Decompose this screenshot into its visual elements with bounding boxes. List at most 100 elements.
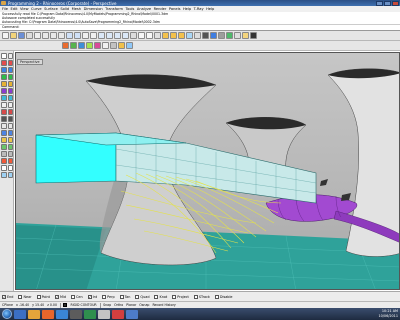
arc-icon[interactable] — [1, 74, 7, 80]
grasshopper-icon[interactable] — [94, 42, 101, 49]
hide-icon[interactable] — [162, 32, 169, 39]
checkbox[interactable]: ✓ — [54, 294, 59, 299]
extrude-icon[interactable] — [7, 95, 13, 101]
menu-mesh[interactable]: Mesh — [72, 7, 81, 11]
block-icon[interactable] — [7, 165, 13, 171]
rectangle-icon[interactable] — [1, 81, 7, 87]
polygon-icon[interactable] — [7, 81, 13, 87]
render-tools-icon[interactable] — [126, 42, 133, 49]
layer-color-swatch[interactable] — [63, 303, 68, 307]
split-icon[interactable] — [7, 116, 13, 122]
checkbox[interactable] — [154, 294, 159, 299]
word-icon[interactable] — [126, 309, 138, 319]
redo-icon[interactable] — [74, 32, 81, 39]
line-icon[interactable] — [1, 60, 7, 66]
menu-help[interactable]: Help — [183, 7, 191, 11]
hatch-icon[interactable] — [7, 151, 13, 157]
osnap-cen[interactable]: Cen — [71, 294, 83, 299]
sphere-icon[interactable] — [7, 102, 13, 108]
dimension-tool-icon[interactable] — [1, 151, 7, 157]
osnap-mid[interactable]: ✓ Mid — [54, 294, 66, 299]
osnap-project[interactable]: Project — [172, 294, 189, 299]
material-icon[interactable] — [218, 32, 225, 39]
checkbox[interactable] — [193, 294, 198, 299]
lock-icon[interactable] — [178, 32, 185, 39]
copy-transform-icon[interactable] — [7, 130, 13, 136]
menu-render[interactable]: Render — [154, 7, 167, 11]
undo-icon[interactable] — [66, 32, 73, 39]
osnap-quad[interactable]: Quad — [135, 294, 149, 299]
command-line[interactable]: Command: — [0, 24, 400, 29]
menu-edit[interactable]: Edit — [11, 7, 18, 11]
render-icon[interactable] — [210, 32, 217, 39]
mesh-tools-icon[interactable] — [86, 42, 93, 49]
menu-tools[interactable]: Tools — [126, 7, 135, 11]
analyze-direction-icon[interactable] — [1, 158, 7, 164]
app-task-icon[interactable] — [98, 309, 110, 319]
import-icon[interactable] — [34, 32, 41, 39]
osnap-near[interactable]: Near — [18, 294, 32, 299]
zoom-extents-icon[interactable] — [114, 32, 121, 39]
explode-icon[interactable] — [7, 123, 13, 129]
pdf-icon[interactable] — [112, 309, 124, 319]
rotate-icon[interactable] — [1, 137, 7, 143]
open-folder-icon[interactable] — [10, 32, 17, 39]
group-icon[interactable] — [1, 165, 7, 171]
polyline-icon[interactable] — [7, 60, 13, 66]
solid-tools-icon[interactable] — [78, 42, 85, 49]
cut-icon[interactable] — [42, 32, 49, 39]
menu-curve[interactable]: Curve — [31, 7, 42, 11]
menu-tray[interactable]: T-Ray — [194, 7, 204, 11]
menu-surface[interactable]: Surface — [44, 7, 58, 11]
save-icon[interactable] — [18, 32, 25, 39]
points-on-icon[interactable] — [1, 172, 7, 178]
print-icon[interactable] — [26, 32, 33, 39]
checkbox[interactable] — [18, 294, 23, 299]
checkbox[interactable] — [172, 294, 177, 299]
four-views-icon[interactable] — [138, 32, 145, 39]
osnap-tan[interactable]: Tan — [119, 294, 130, 299]
zoom-window-icon[interactable] — [106, 32, 113, 39]
show-icon[interactable] — [170, 32, 177, 39]
osnap-int[interactable]: ✓ Int — [87, 294, 97, 299]
checkbox[interactable]: ✓ — [2, 294, 6, 299]
osnap-knot[interactable]: Knot — [154, 294, 167, 299]
osnap-toggle[interactable]: Osnap — [139, 303, 149, 307]
point-icon[interactable] — [7, 53, 13, 59]
firefox-icon[interactable] — [42, 309, 54, 319]
planar-toggle[interactable]: Planar — [126, 303, 136, 307]
freeform-icon[interactable] — [1, 88, 7, 94]
zoom-icon[interactable] — [98, 32, 105, 39]
perspective-viewport[interactable] — [15, 52, 400, 290]
checkbox[interactable] — [102, 294, 107, 299]
rotate-view-icon[interactable] — [90, 32, 97, 39]
box-icon[interactable] — [1, 102, 7, 108]
menu-analyze[interactable]: Analyze — [137, 7, 151, 11]
new-file-icon[interactable] — [2, 32, 9, 39]
rhino-task-icon[interactable] — [70, 309, 82, 319]
undo-view-icon[interactable] — [130, 32, 137, 39]
curve-tools-icon[interactable] — [62, 42, 69, 49]
menu-panels[interactable]: Panels — [169, 7, 181, 11]
script-icon[interactable] — [250, 32, 257, 39]
move-icon[interactable] — [1, 130, 7, 136]
menu-dimension[interactable]: Dimension — [84, 7, 103, 11]
analyze-icon[interactable] — [102, 42, 109, 49]
menu-help-2[interactable]: Help — [206, 7, 214, 11]
circle-icon[interactable] — [7, 67, 13, 73]
media-icon[interactable] — [56, 309, 68, 319]
osnap-perp[interactable]: Perp — [102, 294, 115, 299]
viewport-title[interactable]: Perspective — [17, 59, 43, 65]
checkbox[interactable] — [36, 294, 41, 299]
options-icon[interactable] — [234, 32, 241, 39]
pan-icon[interactable] — [82, 32, 89, 39]
close-button[interactable] — [392, 0, 399, 6]
snap-toggle[interactable]: Snap — [103, 303, 111, 307]
curvature-icon[interactable] — [7, 158, 13, 164]
menu-solid[interactable]: Solid — [60, 7, 69, 11]
surface-tools-icon[interactable] — [70, 42, 77, 49]
join-icon[interactable] — [1, 123, 7, 129]
points-off-icon[interactable] — [7, 172, 13, 178]
checkbox[interactable] — [214, 294, 219, 299]
paste-icon[interactable] — [58, 32, 65, 39]
